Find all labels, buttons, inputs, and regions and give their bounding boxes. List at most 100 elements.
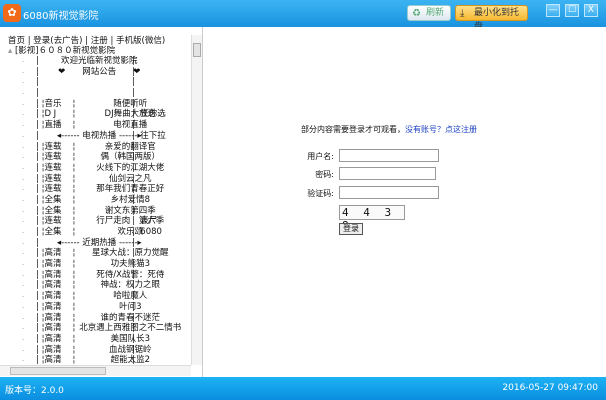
tree-root-label: [影视]６０８０新视觉影院 [14,46,116,56]
row-title[interactable]: 死侍/X战警：死侍 [75,270,185,281]
expand-icon: - [22,175,25,183]
tree-row[interactable]: - | ¦高清 ¦ 神战：权力之眼 | [0,280,191,291]
row-title[interactable]: 随便听听 [75,99,185,110]
tree-row[interactable]: - | ¦音乐 ¦ 随便听听 | [0,99,191,110]
row-category: D J [44,109,57,120]
username-input[interactable] [339,149,439,162]
row-title[interactable]: 火线下的江湖大佬 [75,163,185,174]
expand-icon: - [22,303,25,311]
row-title[interactable]: 北京遇上西雅图之不二情书 [75,323,185,334]
close-button[interactable]: X [584,4,598,17]
row-title[interactable]: 神战：权力之眼 [75,280,185,291]
row-title[interactable]: 行尸走肉 第六季 [75,216,185,227]
tree-root[interactable]: ▴ [影视]６０８０新视觉影院 [8,44,115,56]
row-extra: | [132,333,141,344]
tree-row[interactable]: - | ◂------ 近期热播 ------▸ | [0,238,191,249]
row-title[interactable]: DJ舞曲大放送 [75,109,185,120]
row-body: | ¦连载 ¦ 仙剑云之凡 [36,174,185,185]
password-input[interactable] [339,167,436,180]
tree-row[interactable]: - | ¦D J ¦ DJ舞曲大放送 | 任你选 [0,109,191,120]
expand-icon: - [22,100,25,108]
tree-row[interactable]: - | ¦全集 ¦ 乡村爱情8 | [0,195,191,206]
maximize-button[interactable]: ☐ [565,4,579,17]
refresh-button[interactable]: ♻ 刷新 [407,5,451,21]
row-category: 高清 [44,344,62,355]
tree-row[interactable]: - | ¦高清 ¦ 谁的青春不迷茫 | [0,313,191,324]
tree-row[interactable]: - | ¦高清 ¦ 北京遇上西雅图之不二情书 | [0,323,191,334]
row-extra: | 往下拉 [132,130,166,141]
row-title[interactable]: 欢乐颂 [75,227,185,238]
tree-row[interactable]: - | ¦高清 ¦ 哈啦魔人 | [0,291,191,302]
scroll-thumb[interactable] [10,367,106,375]
register-link[interactable]: 没有账号？点这注册 [405,125,477,134]
tree-row[interactable]: - | ¦连载 ¦ 火线下的江湖大佬 | [0,163,191,174]
expand-icon: - [22,335,25,343]
nav-mobile[interactable]: 手机版(微信) [116,36,165,46]
scroll-thumb[interactable] [193,43,201,57]
vertical-scrollbar[interactable] [191,35,202,365]
tree-row[interactable]: - | ¦高清 ¦ 死侍/X战警：死侍 | [0,270,191,281]
horizontal-scrollbar[interactable] [0,365,191,376]
row-title[interactable]: 星球大战：原力觉醒 [75,248,185,259]
minimize-button[interactable]: — [546,4,560,17]
row-body: | ¦高清 ¦ 血战钢锯岭 [36,345,185,356]
tree-row[interactable]: - | ¦高清 ¦ 功夫熊猫3 | [0,259,191,270]
row-title[interactable]: 叶问3 [75,302,185,313]
minimize-to-tray-button[interactable]: ⤓最小化到托盘 [455,5,528,32]
captcha-image[interactable]: 4 4 3 8 [339,205,405,232]
row-body: | ¦高清 ¦ 哈啦魔人 [36,291,185,302]
row-title[interactable]: 美国队长3 [75,334,185,345]
app-logo-icon: ✿ [3,4,21,22]
row-title[interactable]: 电视直播 [75,120,185,131]
tree-row[interactable]: - | ¦高清 ¦ 星球大战：原力觉醒 | [0,248,191,259]
row-title[interactable]: 乡村爱情8 [75,195,185,206]
tree-row[interactable]: - | | [0,88,191,99]
row-title[interactable]: 仙剑云之凡 [75,174,185,185]
tree-row[interactable]: - | | [0,77,191,88]
row-extra: | [132,205,141,216]
login-button[interactable]: 登录 [339,223,363,235]
tree-row[interactable]: - | ¦全集 ¦ 欢乐颂 | 6080 [0,227,191,238]
expand-icon: - [22,261,25,269]
login-notice: 部分内容需要登录才可观看，没有账号？点这注册 [301,124,477,135]
row-body: | ¦高清 ¦ 死侍/X战警：死侍 [36,270,185,281]
row-title[interactable]: 亲爱的翻译官 [75,142,185,153]
tree-row[interactable]: - | ¦连载 ¦ 行尸走肉 第六季 | 丧尸 [0,216,191,227]
tree-panel: 首页 | 登录(去广告) | 注册 | 手机版(微信) ▴ [影视]６０８０新视… [0,27,203,377]
row-category: 音乐 [44,98,62,109]
tree-row[interactable]: - | ¦高清 ¦ 血战钢锯岭 | [0,345,191,356]
row-category: 高清 [44,301,62,312]
row-title[interactable]: 哈啦魔人 [75,291,185,302]
tree-row[interactable]: - | ¦连载 ¦ 亲爱的翻译官 | [0,142,191,153]
row-extra: | [132,77,141,88]
expand-icon: - [22,293,25,301]
captcha-input[interactable] [339,186,439,199]
collapse-icon: ▴ [8,46,15,56]
tree-row[interactable]: - | ¦高清 ¦ 叶问3 | [0,302,191,313]
row-title[interactable]: 功夫熊猫3 [75,259,185,270]
expand-icon: - [22,90,25,98]
row-title[interactable]: 偶（韩国两版） [75,152,185,163]
tree-row[interactable]: - | ¦连载 ¦ 那年我们青春正好 | [0,184,191,195]
tree-row[interactable]: - | ¦全集 ¦ 谢文东第四季 | [0,206,191,217]
tree-row[interactable]: - | ¦连载 ¦ 偶（韩国两版） | [0,152,191,163]
row-category: 高清 [44,291,62,302]
status-bar: 版本号：2.0.0 2016-05-27 09:47:00 [0,377,606,400]
row-extra: | [132,88,141,99]
row-body: | ¦全集 ¦ 欢乐颂 [36,227,185,238]
row-extra: | [132,56,141,66]
row-body: | ¦连载 ¦ 偶（韩国两版） [36,152,185,163]
row-title[interactable]: 血战钢锯岭 [75,345,185,356]
row-title[interactable]: 谁的青春不迷茫 [75,313,185,324]
row-extra: | [132,152,141,163]
row-title[interactable]: 谢文东第四季 [75,206,185,217]
tree-row[interactable]: - | 欢迎光临新视觉影院 | [0,56,191,67]
tree-row[interactable]: - | ¦连载 ¦ 仙剑云之凡 | [0,174,191,185]
tree-row[interactable]: - | ¦高清 ¦ 美国队长3 | [0,334,191,345]
tree-row[interactable]: - | ¦直播 ¦ 电视直播 | [0,120,191,131]
row-category: 全集 [44,205,62,216]
tree-row[interactable]: - | ◂------ 电视热播 ------▸ | 往下拉 [0,131,191,142]
row-extra: | [132,269,141,280]
tree-row[interactable]: - | ❤ 网站公告 ❤ | [0,67,191,78]
row-title[interactable]: 那年我们青春正好 [75,184,185,195]
